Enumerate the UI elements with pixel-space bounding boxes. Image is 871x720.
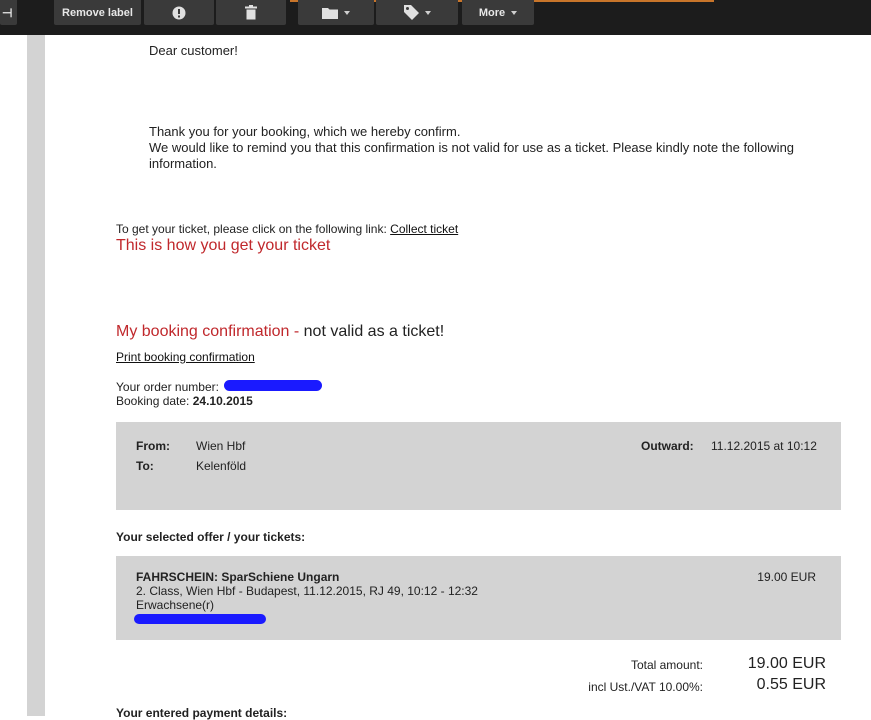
report-spam-icon: [172, 6, 186, 20]
thanks-line-3: information.: [149, 156, 217, 171]
get-ticket-text: To get your ticket, please click on the …: [116, 222, 387, 236]
booking-date-row: Booking date: 24.10.2015: [116, 394, 253, 408]
ticket-title: FAHRSCHEIN: SparSchiene Ungarn: [136, 570, 340, 584]
folder-icon: [322, 6, 338, 19]
collect-ticket-link[interactable]: Collect ticket: [390, 222, 458, 236]
outward-label: Outward:: [641, 439, 694, 453]
to-value: Kelenföld: [196, 459, 247, 473]
booking-date-value: 24.10.2015: [192, 394, 253, 408]
order-number-row: Your order number:: [116, 380, 219, 394]
vat-value: 0.55 EUR: [756, 676, 826, 693]
greeting: Dear customer!: [149, 43, 238, 58]
ticket-details: 2. Class, Wien Hbf - Budapest, 11.12.201…: [136, 584, 478, 598]
total-amount-label: Total amount:: [630, 658, 703, 672]
move-to-button[interactable]: [298, 0, 374, 25]
redacted-passenger-name: [134, 614, 266, 624]
back-icon: ⊣: [2, 5, 13, 20]
delete-button[interactable]: [216, 0, 286, 25]
ticket-panel: FAHRSCHEIN: SparSchiene Ungarn 2. Class,…: [116, 556, 841, 640]
back-button[interactable]: ⊣: [0, 0, 17, 25]
to-label: To:: [136, 459, 154, 473]
from-label: From:: [136, 439, 170, 453]
booking-heading-black: not valid as a ticket!: [303, 323, 445, 340]
chevron-down-icon: [344, 10, 350, 15]
chevron-down-icon: [511, 10, 518, 15]
order-number-label: Your order number:: [116, 380, 219, 394]
left-rail: [27, 35, 45, 716]
thanks-line-1: Thank you for your booking, which we her…: [149, 124, 461, 139]
tag-icon: [403, 5, 419, 20]
from-value: Wien Hbf: [196, 439, 246, 453]
remove-label-text: Remove label: [62, 6, 133, 19]
passenger-type: Erwachsene(r): [136, 598, 215, 612]
remove-label-button[interactable]: Remove label: [54, 0, 141, 25]
ticket-price: 19.00 EUR: [757, 570, 816, 584]
redacted-order-number: [224, 380, 322, 391]
total-amount-value: 19.00 EUR: [747, 655, 826, 672]
outward-value: 11.12.2015 at 10:12: [711, 439, 817, 453]
how-to-heading: This is how you get your ticket: [116, 237, 331, 254]
more-button[interactable]: More: [462, 0, 534, 25]
booking-date-label: Booking date:: [116, 394, 190, 408]
vat-label: incl Ust./VAT 10.00%:: [588, 680, 703, 694]
booking-heading-red: My booking confirmation -: [116, 323, 300, 340]
labels-button[interactable]: [376, 0, 458, 25]
offer-heading: Your selected offer / your tickets:: [116, 530, 306, 544]
trash-icon: [245, 5, 257, 20]
email-toolbar: ⊣ Remove label More: [0, 0, 871, 35]
payment-heading: Your entered payment details:: [116, 706, 288, 720]
thanks-line-2: We would like to remind you that this co…: [149, 140, 795, 155]
booking-heading: My booking confirmation - not valid as a…: [116, 322, 444, 341]
get-ticket-line: To get your ticket, please click on the …: [116, 222, 458, 236]
journey-panel: From: Wien Hbf To: Kelenföld Outward: 11…: [116, 422, 841, 510]
print-confirmation-link[interactable]: Print booking confirmation: [116, 350, 255, 364]
more-button-label: More: [478, 6, 506, 19]
report-spam-button[interactable]: [144, 0, 214, 25]
chevron-down-icon: [424, 10, 431, 15]
